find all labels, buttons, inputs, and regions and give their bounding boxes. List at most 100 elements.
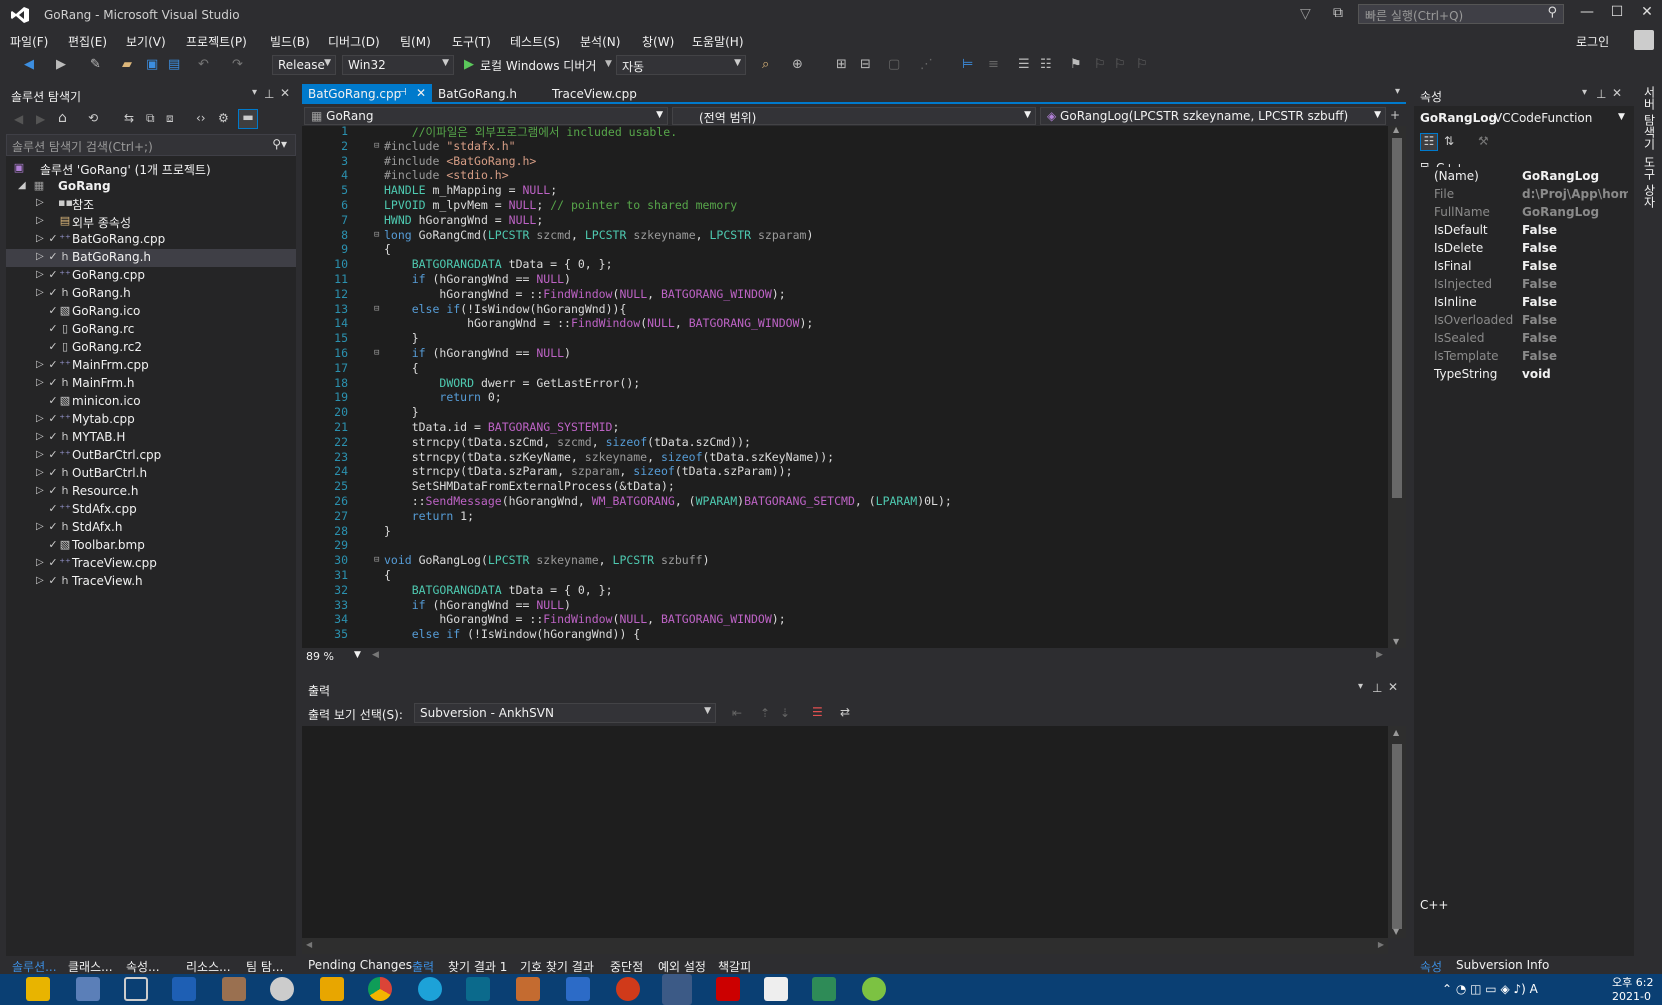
next-message-icon[interactable]: ⇣ [780,706,790,720]
code-line[interactable]: #include <stdio.h> [384,168,509,182]
expand-icon[interactable]: ▷ [36,269,44,280]
blue-app-icon[interactable] [172,977,196,1001]
output-vertical-scrollbar[interactable]: ▲ ▼ [1388,726,1406,938]
scrollbar-thumb[interactable] [1392,138,1402,498]
tab-find-symbol-results[interactable]: 기호 찾기 결과 [520,958,594,975]
new-project-icon[interactable]: ✎ [90,57,101,72]
code-line[interactable]: strncpy(tData.szCmd, szcmd, sizeof(tData… [384,435,751,449]
code-line[interactable]: LPVOID m_lpvMem = NULL; // pointer to sh… [384,198,737,212]
chevron-down-icon[interactable]: ▼ [354,650,361,660]
property-value[interactable]: False [1522,349,1628,363]
expand-icon[interactable]: ▷ [36,449,44,460]
property-value[interactable]: False [1522,331,1628,345]
build-icon[interactable]: ⊞ [836,57,847,72]
property-value[interactable]: False [1522,295,1628,309]
tree-item[interactable]: ▷ ✓ h MYTAB.H [6,429,296,447]
properties-icon[interactable]: ⚙ [218,111,229,125]
tree-project-node[interactable]: ◢ ▦ GoRang [6,178,296,196]
property-value[interactable]: False [1522,313,1628,327]
panel-menu-icon[interactable]: ▾ [1358,681,1363,692]
redo-icon[interactable]: ↷ [232,57,243,72]
tree-item[interactable]: ▷ ✓ h MainFrm.h [6,375,296,393]
menu-file[interactable]: 파일(F) [10,33,48,50]
archive-app-icon[interactable] [222,977,246,1001]
property-row[interactable]: IsOverloaded False [1414,311,1628,330]
code-line[interactable]: return 0; [384,390,501,404]
code-line[interactable]: } [384,405,419,419]
code-line[interactable]: if (hGorangWnd == NULL) [384,598,571,612]
expand-icon[interactable]: ▷ [36,431,44,442]
save-all-icon[interactable]: ▤ [168,57,180,72]
home-icon[interactable]: ⌂ [58,110,67,126]
close-icon[interactable]: ✕ [1612,86,1622,100]
project-dropdown[interactable]: ▦ GoRang ▼ [304,107,668,125]
scope-dropdown[interactable]: (전역 범위) ▼ [672,107,1036,125]
menu-window[interactable]: 창(W) [642,33,674,50]
settings-app-icon[interactable] [764,977,788,1001]
menu-tools[interactable]: 도구(T) [452,33,491,50]
fold-toggle-icon[interactable]: ⊟ [374,230,379,240]
tab-toolbox[interactable]: 도구 상자 [1641,156,1658,208]
tree-item[interactable]: ▷ ✓ h StdAfx.h [6,519,296,537]
expand-icon[interactable]: ▷ [36,233,44,244]
browse-icon[interactable]: ⊕ [792,57,803,72]
tab-traceview-cpp[interactable]: TraceView.cpp [546,84,643,104]
code-line[interactable]: } [384,331,419,345]
property-row[interactable]: IsDefault False [1414,221,1628,240]
expand-icon[interactable]: ▷ [36,521,44,532]
login-link[interactable]: 로그인 [1576,33,1609,50]
scrollbar-thumb[interactable] [1392,744,1402,929]
chrome-icon[interactable] [368,977,392,1001]
property-row[interactable]: FullName GoRangLog [1414,203,1628,222]
prev-message-icon[interactable]: ⇡ [760,706,770,720]
tab-subversion-info[interactable]: Subversion Info [1456,958,1549,972]
fold-toggle-icon[interactable]: ⊟ [374,348,379,358]
code-line[interactable]: HWND hGorangWnd = NULL; [384,213,543,227]
pin-icon[interactable]: ⊥ [1596,87,1606,101]
align-center-icon[interactable]: ≡ [988,57,999,72]
tab-resource-view[interactable]: 리소스... [186,958,231,975]
fold-toggle-icon[interactable]: ⊟ [374,141,379,151]
split-icon[interactable]: + [1390,108,1400,122]
system-tray-icons[interactable]: ⌃ ◔ ◫ ▭ ◈ ♪) A [1442,982,1538,996]
code-line[interactable]: } [384,524,391,538]
maximize-button[interactable]: ☐ [1602,4,1632,26]
bookmark-icon[interactable]: ⚑ [1070,57,1082,72]
expand-icon[interactable]: ▷ [36,359,44,370]
red-app-icon[interactable] [616,977,640,1001]
back-icon[interactable]: ◀ [14,112,23,126]
chevron-down-icon[interactable]: ▼ [605,59,612,69]
next-bookmark-icon[interactable]: ⚐ [1114,57,1126,72]
code-line[interactable]: HANDLE m_hMapping = NULL; [384,183,557,197]
scroll-left-icon[interactable]: ◀ [306,940,312,949]
tree-item[interactable]: ▷ ✓ h BatGoRang.h [6,249,296,267]
expand-icon[interactable]: ▷ [36,467,44,478]
scroll-up-icon[interactable]: ▲ [1393,125,1399,134]
editor-vertical-scrollbar[interactable]: ▲ ▼ [1388,125,1406,648]
expand-icon[interactable]: ▷ [36,215,44,226]
zoom-level[interactable]: 89 % [306,650,334,663]
align-left-icon[interactable]: ⊨ [962,57,973,72]
code-line[interactable]: DWORD dwerr = GetLastError(); [384,376,640,390]
dev-app-icon[interactable] [466,977,490,1001]
tree-item[interactable]: ▷ ✓ ⁺⁺ TraceView.cpp [6,555,296,573]
tab-team-explorer[interactable]: 팀 탐... [246,958,283,975]
code-line[interactable]: if (hGorangWnd == NULL) [384,346,571,360]
tab-output[interactable]: 출력 [412,958,434,975]
expand-icon[interactable]: ▷ [36,377,44,388]
menu-build[interactable]: 빌드(B) [270,33,310,50]
property-row[interactable]: IsSealed False [1414,329,1628,348]
expand-icon[interactable]: ◢ [18,180,26,191]
property-value[interactable]: False [1522,277,1628,291]
red-tool-icon[interactable] [716,977,740,1001]
delphi-icon[interactable] [566,977,590,1001]
tab-batgorang-cpp[interactable]: BatGoRang.cpp ⊣ ✕ [302,84,432,104]
close-button[interactable]: ✕ [1632,4,1662,26]
counter-app-icon[interactable] [516,977,540,1001]
code-line[interactable]: SetSHMDataFromExternalProcess(&tData); [384,479,675,493]
panel-menu-icon[interactable]: ▾ [252,87,257,98]
scroll-down-icon[interactable]: ▼ [1393,927,1399,936]
collapse-all-icon[interactable]: ⧉ [146,111,155,126]
code-line[interactable]: ::SendMessage(hGorangWnd, WM_BATGORANG, … [384,494,952,508]
cancel-build-icon[interactable]: ▢ [888,57,900,72]
